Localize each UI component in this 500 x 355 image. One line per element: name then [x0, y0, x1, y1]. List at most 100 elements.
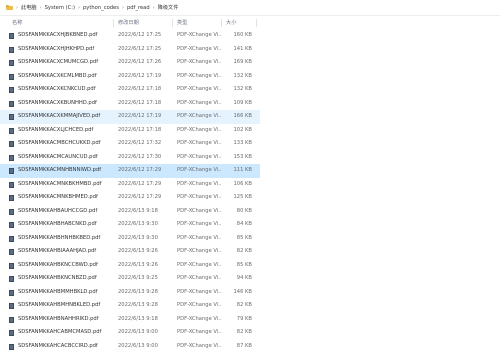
breadcrumb-item-python-codes[interactable]: python_codes — [83, 5, 119, 11]
column-header-size[interactable]: 大小 — [226, 19, 236, 26]
file-type: PDF-XChange Vi... — [177, 45, 221, 52]
file-date: 2022/6/13 9:26 — [118, 248, 158, 254]
column-divider[interactable] — [256, 19, 257, 27]
file-type: PDF-XChange Vi... — [177, 207, 221, 214]
pdf-file-icon — [9, 330, 14, 336]
file-row[interactable]: SDSFANMKKACXKBUNHHD.pdf 2022/6/12 17:18 PD… — [0, 97, 260, 111]
file-size: 82 KB — [236, 302, 252, 308]
file-date: 2022/6/13 9:18 — [118, 207, 158, 214]
file-date: 2022/6/13 9:00 — [118, 342, 158, 349]
file-name: SDSFANMKKACMNHBNNIWD.pdf — [18, 167, 102, 173]
file-type: PDF-XChange Vi... — [177, 59, 221, 65]
file-type: PDF-XChange Vi... — [177, 315, 221, 322]
file-row[interactable]: SDSFANMKKAHCACBCCIRD.pdf 2022/6/13 9:00 PD… — [0, 340, 260, 354]
file-row[interactable]: SDSFANMKKAHBNAHHRIKD.pdf 2022/6/13 9:18 PD… — [0, 313, 260, 327]
file-type: PDF-XChange Vi... — [177, 329, 221, 335]
file-row[interactable]: SDSFANMKKAHBAUHCCGD.pdf 2022/6/13 9:18 PDF… — [0, 205, 260, 219]
file-name: SDSFANMKKACXKBUNHHD.pdf — [18, 99, 97, 106]
file-type: PDF-XChange Vi... — [177, 86, 221, 92]
file-type: PDF-XChange Vi... — [177, 167, 221, 173]
file-size: 111 KB — [233, 167, 252, 173]
pdf-file-icon — [9, 87, 14, 93]
file-date: 2022/6/13 9:28 — [118, 288, 158, 295]
file-date: 2022/6/13 9:18 — [118, 315, 158, 322]
column-divider[interactable] — [113, 19, 114, 27]
pdf-file-icon — [9, 46, 14, 53]
file-size: 160 KB — [233, 32, 252, 38]
file-row[interactable]: SDSFANMKKAHBMHNBKLED.pdf 2022/6/13 9:28 PD… — [0, 299, 260, 313]
file-type: PDF-XChange Vi... — [177, 126, 221, 133]
file-size: 125 KB — [233, 194, 252, 200]
column-divider[interactable] — [221, 19, 222, 27]
file-row[interactable]: SDSFANMKKAHBHNHBKBED.pdf 2022/6/13 9:30 PD… — [0, 232, 260, 246]
file-type: PDF-XChange Vi... — [177, 248, 221, 254]
pdf-file-icon — [9, 289, 14, 296]
column-header-date[interactable]: 修改日期 — [118, 19, 139, 26]
breadcrumb-item-this-pc[interactable]: 此电脑 — [21, 4, 37, 11]
column-divider[interactable] — [172, 19, 173, 27]
file-size: 106 KB — [233, 180, 252, 187]
file-size: 80 KB — [236, 207, 252, 214]
file-row[interactable]: SDSFANMKKACXCMUMCGD.pdf 2022/6/12 17:26 PD… — [0, 56, 260, 70]
file-type: PDF-XChange Vi... — [177, 275, 221, 281]
file-row[interactable]: SDSFANMKKACMCAUNCUD.pdf 2022/6/12 17:30 PD… — [0, 151, 260, 165]
file-row[interactable]: SDSFANMKKACXHJHKHPD.pdf 2022/6/12 17:25 PD… — [0, 43, 260, 57]
column-header-type[interactable]: 类型 — [177, 19, 187, 26]
breadcrumb-item-pdf-read[interactable]: pdf_read — [127, 5, 150, 11]
file-row[interactable]: SDSFANMKKAHBKNCCBWD.pdf 2022/6/13 9:26 PDF… — [0, 259, 260, 273]
pdf-file-icon — [9, 141, 14, 147]
file-name: SDSFANMKKACMBCHCUKKD.pdf — [18, 140, 101, 146]
pdf-file-icon — [9, 235, 14, 242]
file-name: SDSFANMKKACMCAUNCUD.pdf — [18, 153, 98, 160]
file-name: SDSFANMKKAHCABMCMASD.pdf — [18, 329, 102, 335]
file-size: 109 KB — [233, 99, 252, 106]
file-size: 141 KB — [233, 45, 252, 52]
file-type: PDF-XChange Vi... — [177, 153, 221, 160]
pdf-file-icon — [9, 33, 14, 39]
file-size: 133 KB — [233, 140, 252, 146]
file-date: 2022/6/12 17:30 — [118, 153, 162, 160]
file-size: 132 KB — [233, 86, 252, 92]
file-row[interactable]: SDSFANMKKACXKMMAJIVED.pdf 2022/6/12 17:19… — [0, 110, 260, 124]
file-row[interactable]: SDSFANMKKACMNHBNNIWD.pdf 2022/6/12 17:29 P… — [0, 164, 260, 178]
file-size: 153 KB — [233, 153, 252, 160]
file-date: 2022/6/13 9:30 — [118, 234, 158, 241]
file-date: 2022/6/12 17:29 — [118, 180, 162, 187]
file-name: SDSFANMKKAHCACBCCIRD.pdf — [18, 342, 98, 349]
chevron-right-icon: › — [16, 4, 18, 11]
breadcrumb-item-current-folder[interactable]: 降级文件 — [158, 4, 179, 11]
file-size: 166 KB — [233, 113, 252, 119]
file-name: SDSFANMKKAHBHABCNKD.pdf — [18, 221, 97, 227]
file-date: 2022/6/12 17:29 — [118, 194, 162, 200]
file-row[interactable]: SDSFANMKKACMNKBKHMBD.pdf 2022/6/12 17:29 P… — [0, 178, 260, 192]
breadcrumb-item-drive[interactable]: System (C:) — [45, 5, 75, 11]
file-name: SDSFANMKKAHBKNCCBWD.pdf — [18, 261, 98, 268]
pdf-file-icon — [9, 276, 14, 282]
column-header-row: 名称 修改日期 类型 大小 — [0, 16, 500, 29]
file-row[interactable]: SDSFANMKKACXKCNKCUD.pdf 2022/6/12 17:18 PD… — [0, 83, 260, 97]
file-row[interactable]: SDSFANMKKAHCABMCMASD.pdf 2022/6/13 9:00 PD… — [0, 326, 260, 340]
file-row[interactable]: SDSFANMKKAHBKNCNBZD.pdf 2022/6/13 9:25 PDF… — [0, 272, 260, 286]
file-row[interactable]: SDSFANMKKAHBHABCNKD.pdf 2022/6/13 9:30 PDF… — [0, 218, 260, 232]
file-date: 2022/6/12 17:25 — [118, 45, 162, 52]
file-row[interactable]: SDSFANMKKACXKCMLMBD.pdf 2022/6/12 17:19 PD… — [0, 70, 260, 84]
file-name: SDSFANMKKACXLJCHCED.pdf — [18, 126, 94, 133]
file-type: PDF-XChange Vi... — [177, 140, 221, 146]
file-date: 2022/6/12 17:32 — [118, 140, 162, 146]
file-row[interactable]: SDSFANMKKACXHJBKBNED.pdf 2022/6/12 17:25 P… — [0, 29, 260, 43]
file-type: PDF-XChange Vi... — [177, 180, 221, 187]
pdf-file-icon — [9, 262, 14, 269]
file-row[interactable]: SDSFANMKKACXLJCHCED.pdf 2022/6/12 17:18 PD… — [0, 124, 260, 138]
file-row[interactable]: SDSFANMKKACMNKBHMED.pdf 2022/6/12 17:29 PD… — [0, 191, 260, 205]
pdf-file-icon — [9, 60, 14, 66]
pdf-file-icon — [9, 181, 14, 188]
file-row[interactable]: SDSFANMKKAHBIAAAHJAD.pdf 2022/6/13 9:26 PD… — [0, 245, 260, 259]
file-row[interactable]: SDSFANMKKAHBMMHBKLD.pdf 2022/6/13 9:28 PDF… — [0, 286, 260, 300]
file-row[interactable]: SDSFANMKKACMBCHCUKKD.pdf 2022/6/12 17:32 P… — [0, 137, 260, 151]
file-name: SDSFANMKKACXHJBKBNED.pdf — [18, 32, 98, 38]
file-size: 85 KB — [236, 234, 252, 241]
breadcrumb-bar: › 此电脑 › System (C:) › python_codes › pdf… — [0, 0, 500, 16]
file-size: 146 KB — [233, 288, 252, 295]
file-size: 82 KB — [236, 329, 252, 335]
column-header-name[interactable]: 名称 — [12, 19, 22, 26]
